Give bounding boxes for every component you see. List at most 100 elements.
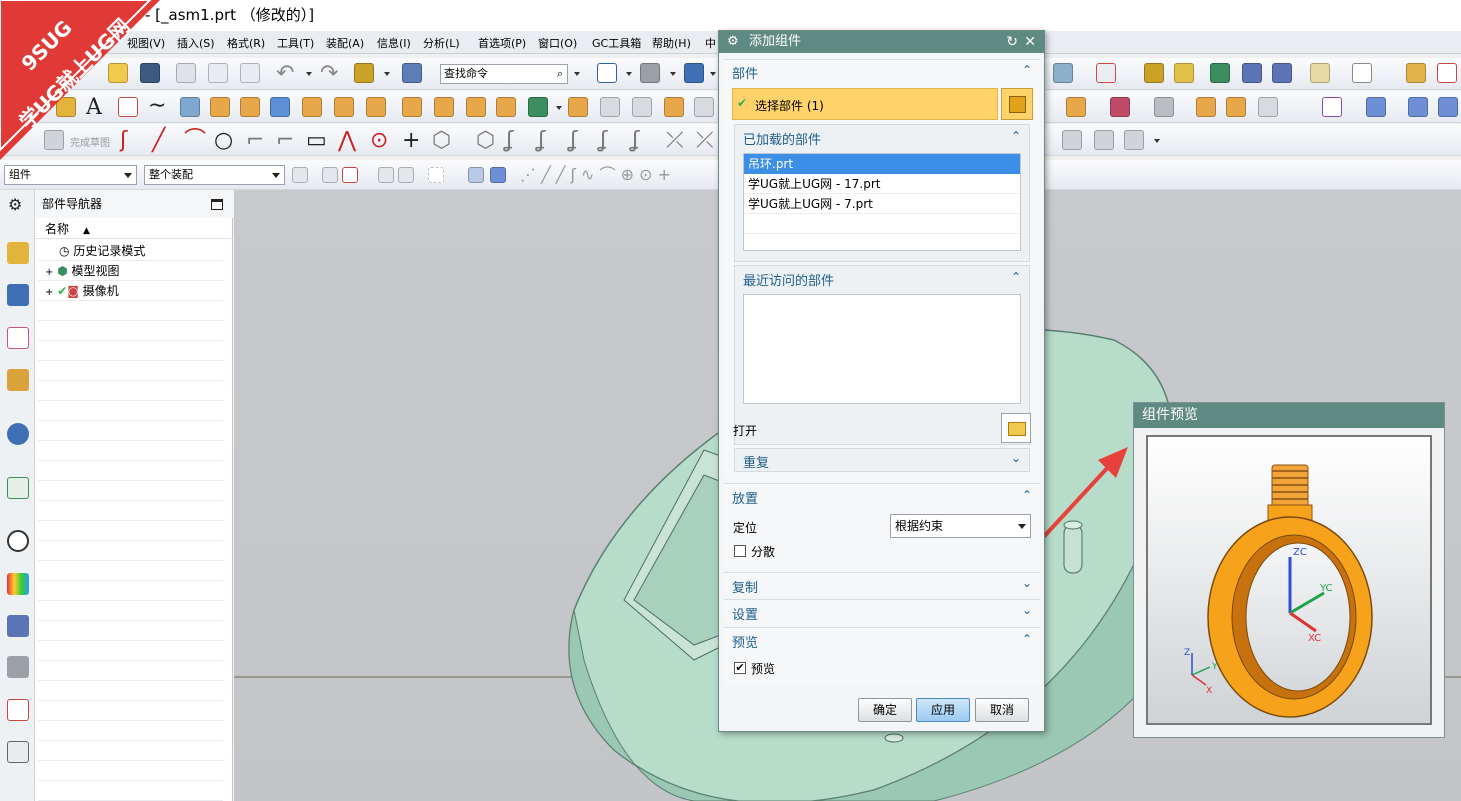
recent-parts-header[interactable]: 最近访问的部件 [743, 270, 834, 289]
rectangle-icon[interactable]: ▭ [306, 130, 327, 152]
reuse-library-icon[interactable] [7, 369, 29, 391]
hole-icon[interactable] [240, 97, 260, 117]
constraint-navigator-icon[interactable] [7, 284, 29, 306]
split-body-icon[interactable] [600, 97, 620, 117]
name-column-header[interactable]: 名称 ▲ [35, 219, 233, 239]
fit-view-icon[interactable] [597, 63, 617, 83]
view-dropdown-icon[interactable] [626, 72, 632, 76]
expand-icon[interactable]: + [45, 287, 53, 298]
select-face-icon[interactable] [1272, 63, 1292, 83]
electrode-icon[interactable] [1258, 97, 1278, 117]
menu-tools[interactable]: 工具(T) [277, 35, 314, 51]
block-icon[interactable] [270, 97, 290, 117]
blend-icon[interactable] [334, 97, 354, 117]
select-edge-icon[interactable] [1242, 63, 1262, 83]
shell-icon[interactable] [664, 97, 684, 117]
mesh-icon[interactable] [1408, 97, 1428, 117]
expand-icon[interactable]: + [45, 267, 53, 278]
circle-icon[interactable]: ○ [214, 130, 233, 152]
pattern-icon[interactable] [402, 97, 422, 117]
pattern-curve-icon[interactable]: ʆ [506, 130, 513, 152]
constraint-icon[interactable] [1062, 130, 1082, 150]
mirror-icon[interactable] [434, 97, 454, 117]
select-part-row[interactable]: ✔ 选择部件 (1) [732, 88, 998, 120]
open-button[interactable] [1001, 413, 1031, 443]
constraint-dropdown-icon[interactable] [1154, 139, 1160, 143]
undo-icon[interactable]: ↶ [276, 63, 294, 85]
wcs-icon[interactable] [1096, 63, 1116, 83]
expand-settings-icon[interactable]: ⌄ [1022, 603, 1032, 617]
tree-item-model-views[interactable]: + ⬢ 模型视图 [45, 262, 120, 280]
render-style-icon[interactable] [640, 63, 660, 83]
tree-item-cameras[interactable]: + ✔◙ 摄像机 [45, 282, 119, 300]
ellipse-icon[interactable]: ⊙ [370, 130, 388, 152]
roles-icon[interactable] [7, 699, 29, 721]
menu-assembly[interactable]: 装配(A) [326, 35, 364, 51]
system-materials-icon[interactable] [7, 741, 29, 763]
redo-icon[interactable]: ↷ [320, 63, 338, 85]
position-select[interactable]: 根据约束 [890, 514, 1031, 538]
patch-icon[interactable] [1154, 97, 1174, 117]
copy-icon[interactable] [208, 63, 228, 83]
collapse-recent-icon[interactable]: ⌃ [1011, 270, 1021, 284]
menu-format[interactable]: 格式(R) [227, 35, 265, 51]
core-icon[interactable] [1196, 97, 1216, 117]
combine-dropdown-icon[interactable] [556, 106, 562, 110]
arc-icon[interactable]: ⌒ [184, 130, 206, 152]
assembly-dropdown-icon[interactable] [384, 72, 390, 76]
reset-icon[interactable]: ↻ [1006, 31, 1018, 53]
polyline-icon[interactable]: ⋀ [338, 130, 356, 152]
subtract-icon[interactable] [496, 97, 516, 117]
collapse-part-icon[interactable]: ⌃ [1022, 63, 1032, 77]
settings-section[interactable]: 设置 ⌄ [724, 599, 1040, 623]
web-browser-icon[interactable] [7, 423, 29, 445]
filter-icon[interactable] [292, 167, 308, 183]
snap-select-icon[interactable] [342, 167, 358, 183]
trim-body-icon[interactable] [568, 97, 588, 117]
revolve-icon[interactable] [210, 97, 230, 117]
section-icon[interactable] [1437, 63, 1457, 83]
chamfer-sketch-icon[interactable]: ⌐ [276, 130, 294, 152]
maximize-icon[interactable] [211, 199, 223, 210]
settings-gear-icon[interactable]: ⚙ [8, 194, 22, 216]
assembly-navigator-icon[interactable] [7, 242, 29, 264]
menu-analysis[interactable]: 分析(L) [423, 35, 460, 51]
scatter-checkbox[interactable] [734, 545, 746, 557]
placement-header[interactable]: 放置 [732, 488, 758, 507]
find-dropdown-icon[interactable] [574, 72, 580, 76]
rectangle-select-icon[interactable] [428, 167, 444, 183]
sweep-icon[interactable] [1366, 97, 1386, 117]
list-item[interactable]: 学UG就上UG网 - 17.prt [744, 174, 1020, 194]
preview-header[interactable]: 预览 [732, 632, 758, 651]
manufacturing-wizard-icon[interactable] [7, 656, 29, 678]
menu-information[interactable]: 信息(I) [377, 35, 411, 51]
quick-trim-icon[interactable]: ⤫ [666, 130, 684, 152]
quick-extend-icon[interactable]: ⤫ [696, 130, 714, 152]
list-item[interactable]: 学UG就上UG网 - 7.prt [744, 194, 1020, 214]
menu-preferences[interactable]: 首选项(P) [478, 35, 526, 51]
mirror-curve-icon[interactable]: ʆ [538, 130, 545, 152]
select-component-icon[interactable] [490, 167, 506, 183]
select-assembly-icon[interactable] [322, 167, 338, 183]
polygon-icon[interactable]: ⬡ [432, 130, 451, 152]
preview-graphics[interactable]: ZC YC XC Z Y X [1146, 435, 1432, 725]
select-body-icon[interactable] [468, 167, 484, 183]
show-constraint-icon[interactable] [1124, 130, 1144, 150]
repeat-group[interactable]: 重复 ⌄ [734, 448, 1030, 472]
intersection-point-icon[interactable]: ʆ [570, 130, 577, 152]
visualization-icon[interactable] [7, 573, 29, 595]
cavity-icon[interactable] [1226, 97, 1246, 117]
auto-constraint-icon[interactable] [1094, 130, 1114, 150]
project-curve-icon[interactable]: ʆ [632, 130, 639, 152]
fillet-icon[interactable]: ⌐ [246, 130, 264, 152]
part-section-header[interactable]: 部件 [732, 63, 758, 82]
select-part-button[interactable] [1001, 88, 1033, 120]
close-icon[interactable]: ✕ [1024, 31, 1036, 53]
command-finder-icon[interactable] [402, 63, 422, 83]
process-studio-icon[interactable] [7, 615, 29, 637]
mold-tool-icon[interactable] [1066, 97, 1086, 117]
paste-icon[interactable] [240, 63, 260, 83]
assembly-add-icon[interactable] [354, 63, 374, 83]
menu-help[interactable]: 帮助(H) [652, 35, 691, 51]
cancel-button[interactable]: 取消 [975, 698, 1029, 722]
